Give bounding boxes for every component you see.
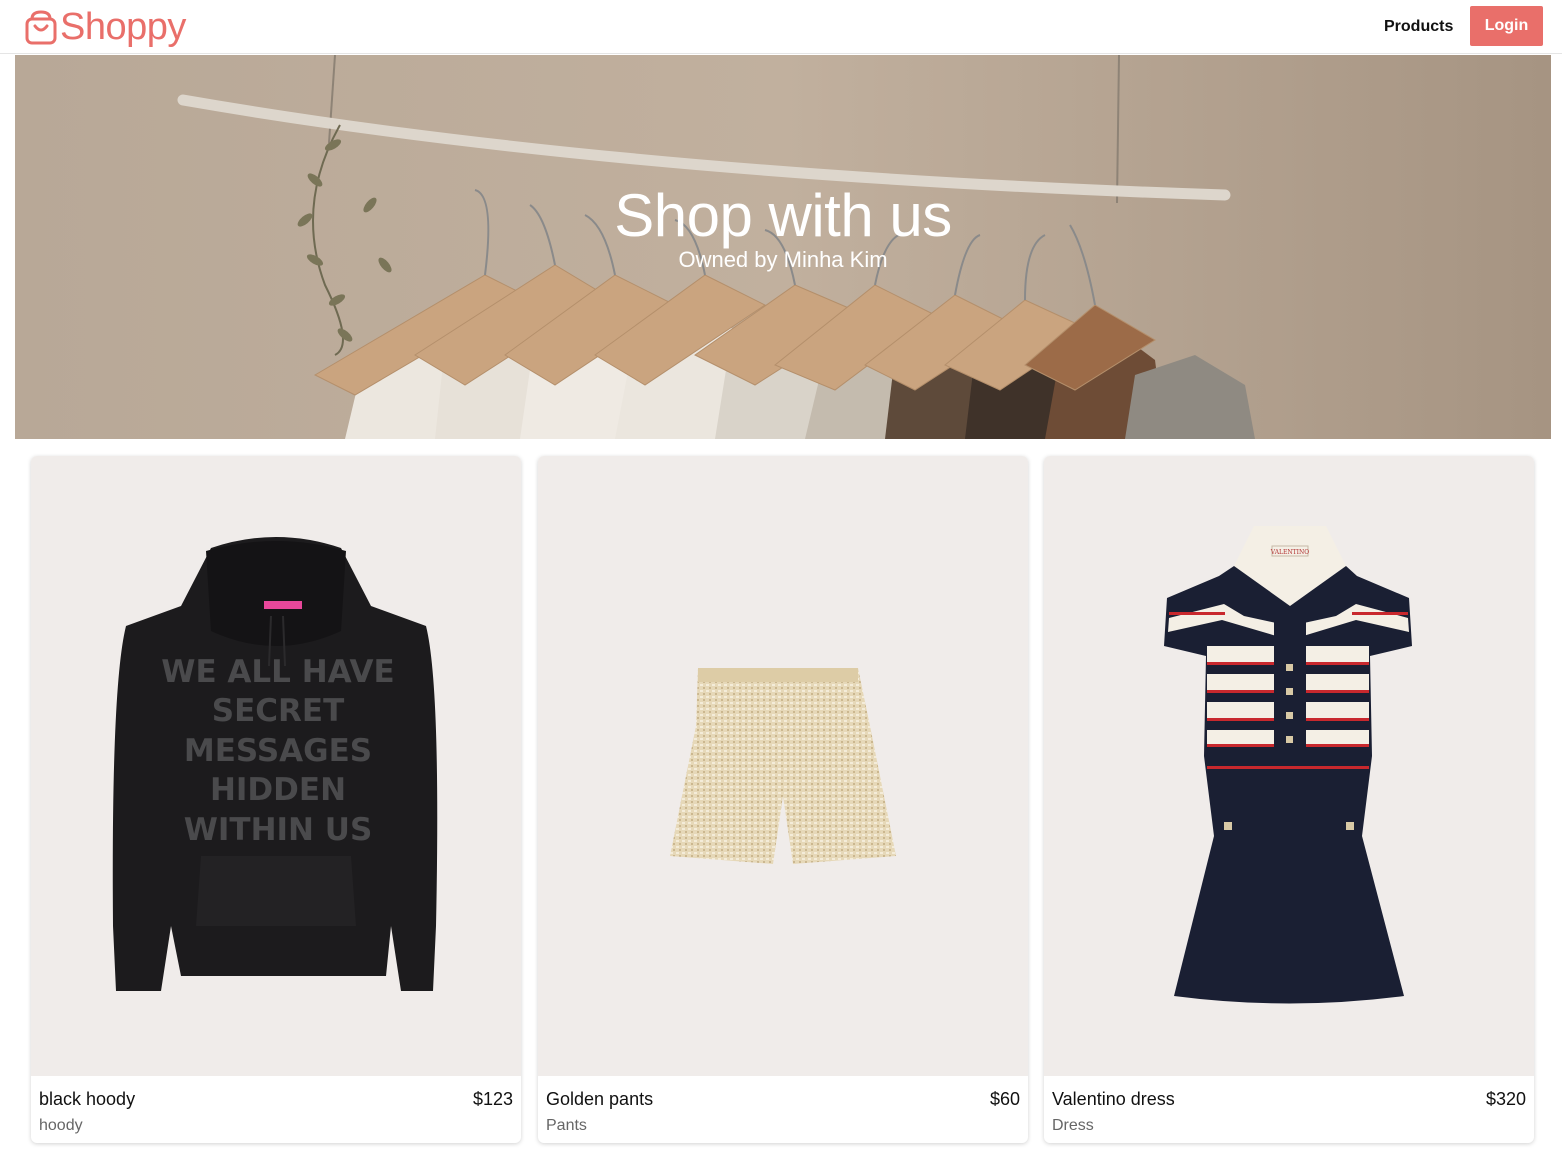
product-price: $123	[472, 1089, 513, 1109]
product-category: Dress	[1052, 1117, 1094, 1134]
product-category: hoody	[39, 1117, 83, 1134]
hoodie-print-line-4: HIDDEN	[210, 772, 346, 808]
product-price: $320	[1485, 1089, 1526, 1109]
nav-products-link[interactable]: Products	[1384, 15, 1453, 39]
product-image: VALENTINO	[1044, 456, 1534, 1076]
hoodie-print-line-1: WE ALL HAVE	[161, 654, 394, 690]
hoodie-print-line-2: SECRET	[212, 693, 344, 729]
product-card-black-hoody[interactable]: WE ALL HAVE SECRET MESSAGES HIDDEN WITHI…	[31, 456, 521, 1143]
shopping-bag-icon	[24, 9, 58, 45]
logo-text: Shoppy	[60, 6, 186, 48]
dress-label-text: VALENTINO	[1270, 549, 1309, 556]
product-name: black hoody	[39, 1089, 136, 1109]
hoodie-print-line-3: MESSAGES	[184, 733, 372, 769]
product-price: $60	[989, 1089, 1020, 1109]
top-navbar: Shoppy Products Login	[0, 0, 1562, 54]
hero-banner: Shop with us Owned by Minha Kim	[15, 55, 1551, 439]
banner-title: Shop with us	[614, 182, 952, 249]
product-image	[538, 456, 1028, 1076]
product-category: Pants	[546, 1117, 587, 1134]
login-button[interactable]: Login	[1470, 6, 1543, 46]
product-name: Golden pants	[546, 1089, 654, 1109]
shorts-image	[670, 668, 896, 864]
banner-subtitle: Owned by Minha Kim	[678, 247, 888, 272]
product-name: Valentino dress	[1052, 1089, 1175, 1109]
product-card-golden-pants[interactable]: Golden pants $60 Pants	[538, 456, 1028, 1143]
product-card-valentino-dress[interactable]: VALENTINO Valentino dress $320 Dress	[1044, 456, 1534, 1143]
dress-image: VALENTINO	[1164, 526, 1412, 1004]
hoodie-print-line-5: WITHIN US	[184, 812, 373, 848]
hoodie-image: WE ALL HAVE SECRET MESSAGES HIDDEN WITHI…	[112, 537, 438, 991]
logo-link[interactable]: Shoppy	[24, 6, 186, 48]
product-image: WE ALL HAVE SECRET MESSAGES HIDDEN WITHI…	[31, 456, 521, 1076]
